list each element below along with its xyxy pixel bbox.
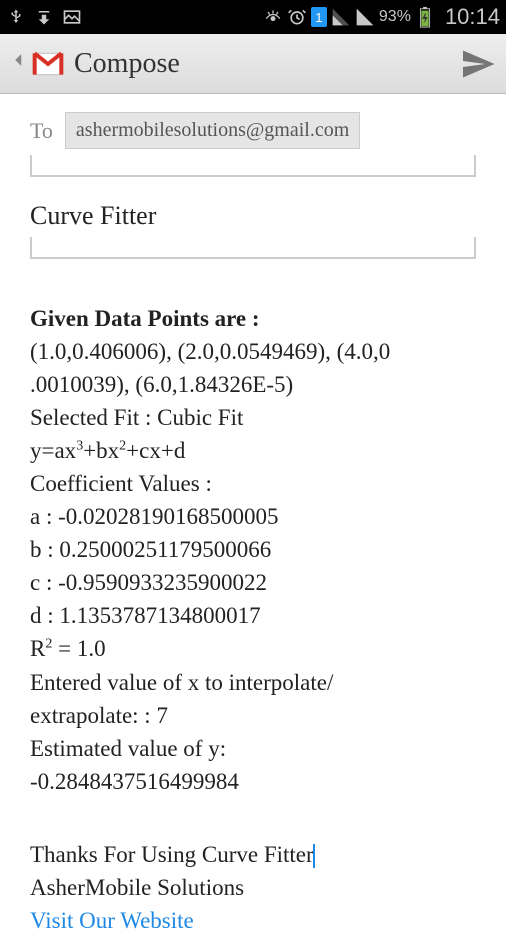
eye-icon — [263, 7, 283, 27]
battery-icon — [415, 7, 435, 27]
r-squared: R2 = 1.0 — [30, 633, 476, 664]
subject-field-underline — [30, 237, 476, 259]
coeff-c: c : -0.9590933235900022 — [30, 567, 476, 598]
to-label: To — [30, 118, 53, 144]
battery-percentage: 93% — [379, 8, 411, 26]
email-body[interactable]: Given Data Points are : (1.0,0.406006), … — [30, 283, 476, 936]
to-chip[interactable]: ashermobilesolutions@gmail.com — [65, 112, 360, 149]
company-line: AsherMobile Solutions — [30, 872, 476, 903]
data-points-line2: .0010039), (6.0,1.84326E-5) — [30, 369, 476, 400]
coeff-d: d : 1.1353787134800017 — [30, 600, 476, 631]
to-row[interactable]: To ashermobilesolutions@gmail.com — [30, 112, 476, 149]
body-heading: Given Data Points are : — [30, 303, 476, 334]
back-chevron-icon[interactable] — [10, 46, 28, 81]
website-link[interactable]: Visit Our Website — [30, 905, 476, 936]
sim-icon: 1 — [311, 7, 327, 27]
interp-line1: Entered value of x to interpolate/ — [30, 667, 476, 698]
to-field-underline — [30, 155, 476, 177]
status-bar: 1 93% 10:14 — [0, 0, 506, 34]
est-line2: -0.2848437516499984 — [30, 766, 476, 797]
est-line1: Estimated value of y: — [30, 733, 476, 764]
coeff-b: b : 0.25000251179500066 — [30, 534, 476, 565]
coeff-heading: Coefficient Values : — [30, 468, 476, 499]
gmail-icon[interactable] — [32, 48, 64, 80]
subject-field[interactable]: Curve Fitter — [30, 201, 476, 231]
signal-icon-1 — [331, 7, 351, 27]
data-points-line1: (1.0,0.406006), (2.0,0.0549469), (4.0,0 — [30, 336, 476, 367]
interp-line2: extrapolate: : 7 — [30, 700, 476, 731]
alarm-icon — [287, 7, 307, 27]
app-bar: Compose — [0, 34, 506, 94]
coeff-a: a : -0.02028190168500005 — [30, 501, 476, 532]
download-icon — [34, 7, 54, 27]
clock-time: 10:14 — [445, 4, 500, 30]
text-cursor — [313, 844, 315, 868]
usb-icon — [6, 7, 26, 27]
thanks-line: Thanks For Using Curve Fitter — [30, 839, 476, 870]
app-title: Compose — [74, 48, 180, 80]
equation: y=ax3+bx2+cx+d — [30, 435, 476, 466]
send-button[interactable] — [460, 46, 496, 82]
signal-icon-2 — [355, 7, 375, 27]
picture-icon — [62, 7, 82, 27]
selected-fit: Selected Fit : Cubic Fit — [30, 402, 476, 433]
